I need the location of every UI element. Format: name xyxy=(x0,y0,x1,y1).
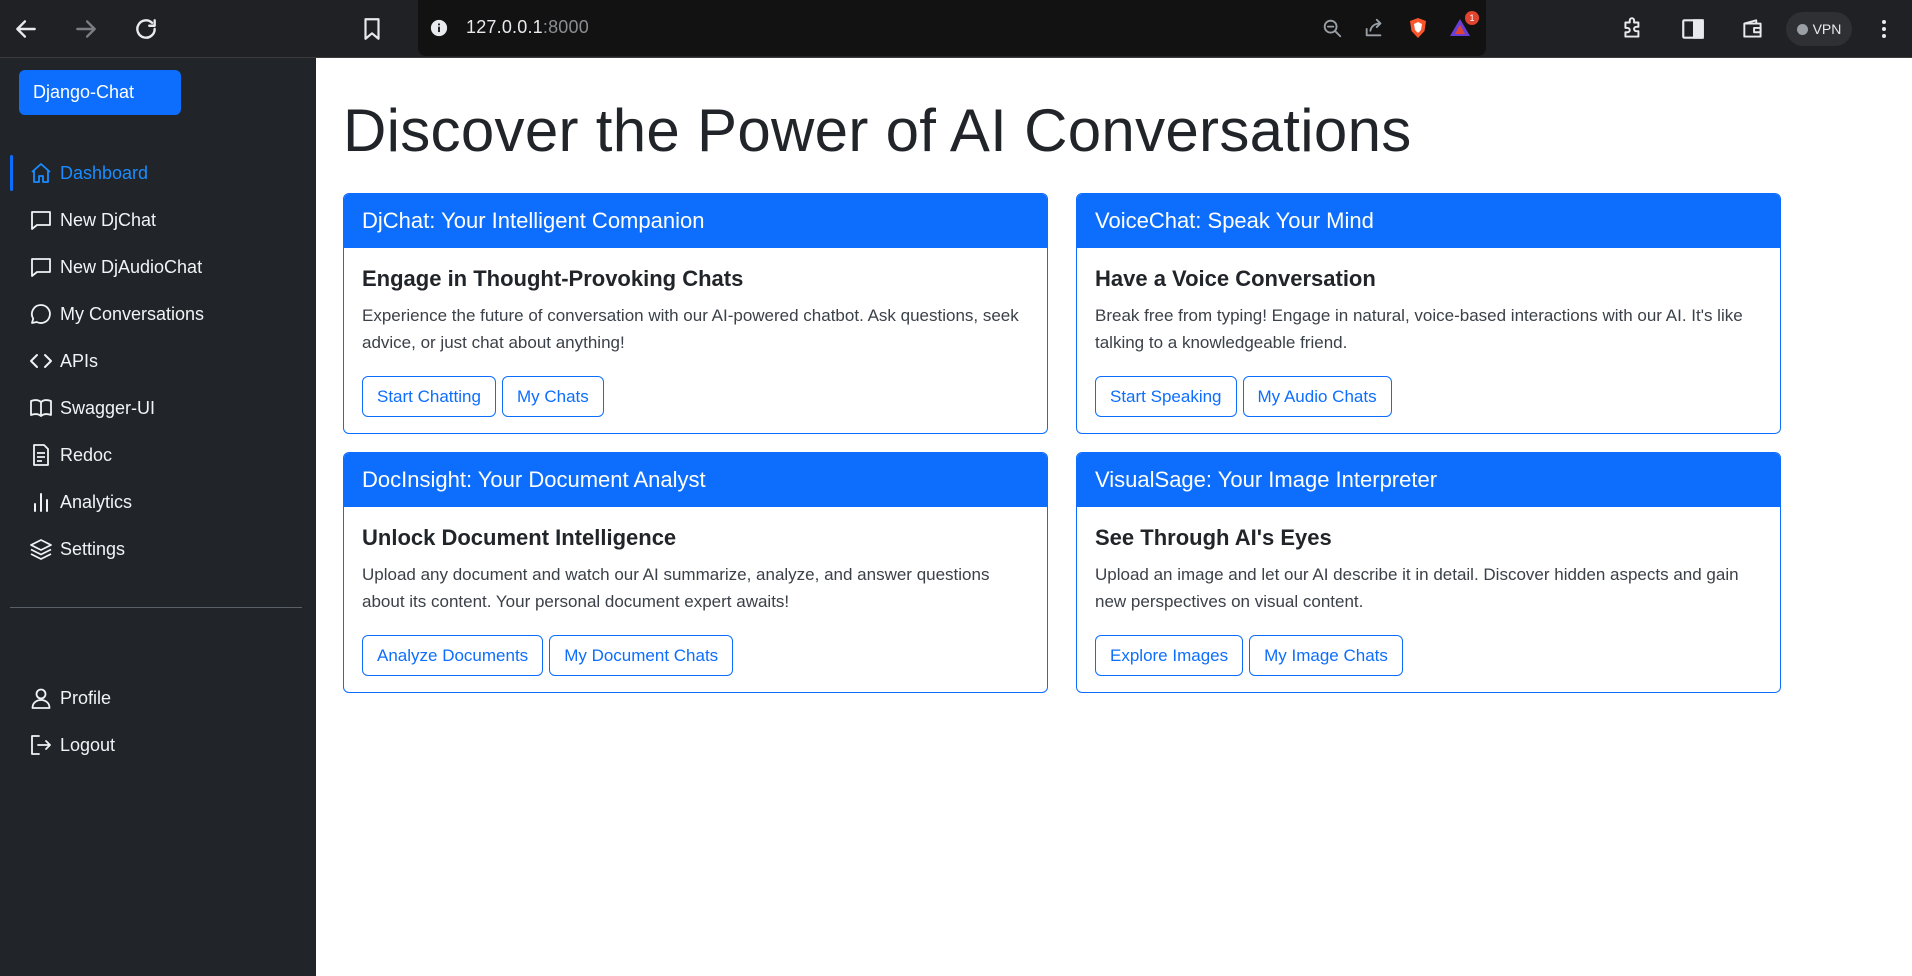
sidebar-item-label: Profile xyxy=(60,687,112,708)
card-title: Unlock Document Intelligence xyxy=(362,525,677,550)
sidebar-item-label: Settings xyxy=(60,538,126,559)
sidebar-item-settings[interactable]: Settings xyxy=(10,529,306,569)
sidebar-item-dashboard[interactable]: Dashboard xyxy=(10,153,306,193)
card-header: DjChat: Your Intelligent Companion xyxy=(344,194,1047,248)
card-actions: Analyze Documents My Document Chats xyxy=(362,635,734,676)
djchat-card: DjChat: Your Intelligent Companion Engag… xyxy=(343,193,1048,434)
docinsight-card: DocInsight: Your Document Analyst Unlock… xyxy=(343,452,1048,693)
share-icon[interactable] xyxy=(1360,14,1388,42)
sidebar-item-logout[interactable]: Logout xyxy=(10,725,306,765)
layers-icon xyxy=(28,536,54,562)
menu-dots-icon[interactable] xyxy=(1868,13,1900,45)
sidebar-item-label: Dashboard xyxy=(60,162,149,183)
sidebar-panel-icon[interactable] xyxy=(1677,13,1709,45)
chat-square-icon xyxy=(28,254,54,280)
card-text: Experience the future of conversation wi… xyxy=(362,306,1019,352)
page-title: Discover the Power of AI Conversations xyxy=(343,97,1412,164)
zoom-out-icon[interactable] xyxy=(1318,14,1346,42)
book-icon xyxy=(28,395,54,421)
brave-rewards-icon[interactable]: 1 xyxy=(1446,11,1479,42)
card-text: Break free from typing! Engage in natura… xyxy=(1095,306,1743,352)
bar-chart-icon xyxy=(28,489,54,515)
sidebar-item-label: Analytics xyxy=(60,491,133,512)
url-text[interactable]: 127.0.0.1:8000 xyxy=(466,17,589,38)
card-title: Have a Voice Conversation xyxy=(1095,266,1376,291)
box-arrow-right-icon xyxy=(28,732,54,758)
my-chats-button[interactable]: My Chats xyxy=(501,376,604,417)
sidebar-item-profile[interactable]: Profile xyxy=(10,678,306,718)
url-port: :8000 xyxy=(542,17,589,37)
sidebar-item-label: My Conversations xyxy=(60,303,205,324)
url-host: 127.0.0.1 xyxy=(466,17,543,37)
sidebar-item-new-djaudiochat[interactable]: New DjAudioChat xyxy=(10,247,306,287)
sidebar-item-label: APIs xyxy=(60,350,99,371)
code-icon xyxy=(28,348,54,374)
back-icon[interactable] xyxy=(6,9,46,49)
vpn-button[interactable]: VPN xyxy=(1786,12,1852,46)
sidebar-item-apis[interactable]: APIs xyxy=(10,341,306,381)
extensions-icon[interactable] xyxy=(1617,13,1649,45)
brave-shield-icon[interactable] xyxy=(1404,14,1432,42)
info-icon[interactable] xyxy=(428,17,450,39)
chat-bubble-icon xyxy=(28,301,54,327)
card-title: See Through AI's Eyes xyxy=(1095,525,1332,550)
chat-square-icon xyxy=(28,207,54,233)
card-body: Have a Voice Conversation Break free fro… xyxy=(1077,248,1780,356)
explore-images-button[interactable]: Explore Images xyxy=(1095,635,1244,676)
start-speaking-button[interactable]: Start Speaking xyxy=(1095,376,1237,417)
wallet-icon[interactable] xyxy=(1737,13,1769,45)
main-content: Discover the Power of AI Conversations D… xyxy=(316,58,1912,976)
person-icon xyxy=(28,685,54,711)
vpn-label: VPN xyxy=(1812,21,1842,37)
start-chatting-button[interactable]: Start Chatting xyxy=(362,376,496,417)
brand-button[interactable]: Django-Chat xyxy=(19,70,181,115)
reload-icon[interactable] xyxy=(126,9,166,49)
card-header: DocInsight: Your Document Analyst xyxy=(344,453,1047,507)
sidebar-item-my-conversations[interactable]: My Conversations xyxy=(10,294,306,334)
card-text: Upload an image and let our AI describe … xyxy=(1095,565,1739,611)
sidebar-item-analytics[interactable]: Analytics xyxy=(10,482,306,522)
card-header: VisualSage: Your Image Interpreter xyxy=(1077,453,1780,507)
analyze-documents-button[interactable]: Analyze Documents xyxy=(362,635,544,676)
file-text-icon xyxy=(28,442,54,468)
card-text: Upload any document and watch our AI sum… xyxy=(362,565,990,611)
house-icon xyxy=(28,160,54,186)
card-body: Unlock Document Intelligence Upload any … xyxy=(344,507,1047,615)
voicechat-card: VoiceChat: Speak Your Mind Have a Voice … xyxy=(1076,193,1781,434)
browser-toolbar: 127.0.0.1:8000 1 VPN xyxy=(0,0,1912,58)
card-actions: Explore Images My Image Chats xyxy=(1095,635,1403,676)
sidebar-item-label: New DjChat xyxy=(60,209,157,230)
card-actions: Start Chatting My Chats xyxy=(362,376,604,417)
card-title: Engage in Thought-Provoking Chats xyxy=(362,266,744,291)
my-image-chats-button[interactable]: My Image Chats xyxy=(1249,635,1403,676)
sidebar-item-label: Logout xyxy=(60,734,116,755)
sidebar-item-swagger-ui[interactable]: Swagger-UI xyxy=(10,388,306,428)
card-header: VoiceChat: Speak Your Mind xyxy=(1077,194,1780,248)
sidebar-divider xyxy=(10,607,302,608)
sidebar-item-redoc[interactable]: Redoc xyxy=(10,435,306,475)
vpn-status-icon xyxy=(1796,23,1808,35)
sidebar-item-new-djchat[interactable]: New DjChat xyxy=(10,200,306,240)
my-document-chats-button[interactable]: My Document Chats xyxy=(549,635,734,676)
sidebar: Django-Chat Dashboard New DjChat New DjA… xyxy=(0,58,316,976)
notification-badge: 1 xyxy=(1465,11,1479,25)
my-audio-chats-button[interactable]: My Audio Chats xyxy=(1242,376,1392,417)
card-body: See Through AI's Eyes Upload an image an… xyxy=(1077,507,1780,615)
forward-icon[interactable] xyxy=(66,9,106,49)
sidebar-item-label: Swagger-UI xyxy=(60,397,156,418)
sidebar-item-label: Redoc xyxy=(60,444,113,465)
address-bar[interactable]: 127.0.0.1:8000 1 xyxy=(418,0,1486,56)
sidebar-item-label: New DjAudioChat xyxy=(60,256,203,277)
card-actions: Start Speaking My Audio Chats xyxy=(1095,376,1392,417)
bookmark-icon[interactable] xyxy=(352,9,392,49)
visualsage-card: VisualSage: Your Image Interpreter See T… xyxy=(1076,452,1781,693)
card-body: Engage in Thought-Provoking Chats Experi… xyxy=(344,248,1047,356)
